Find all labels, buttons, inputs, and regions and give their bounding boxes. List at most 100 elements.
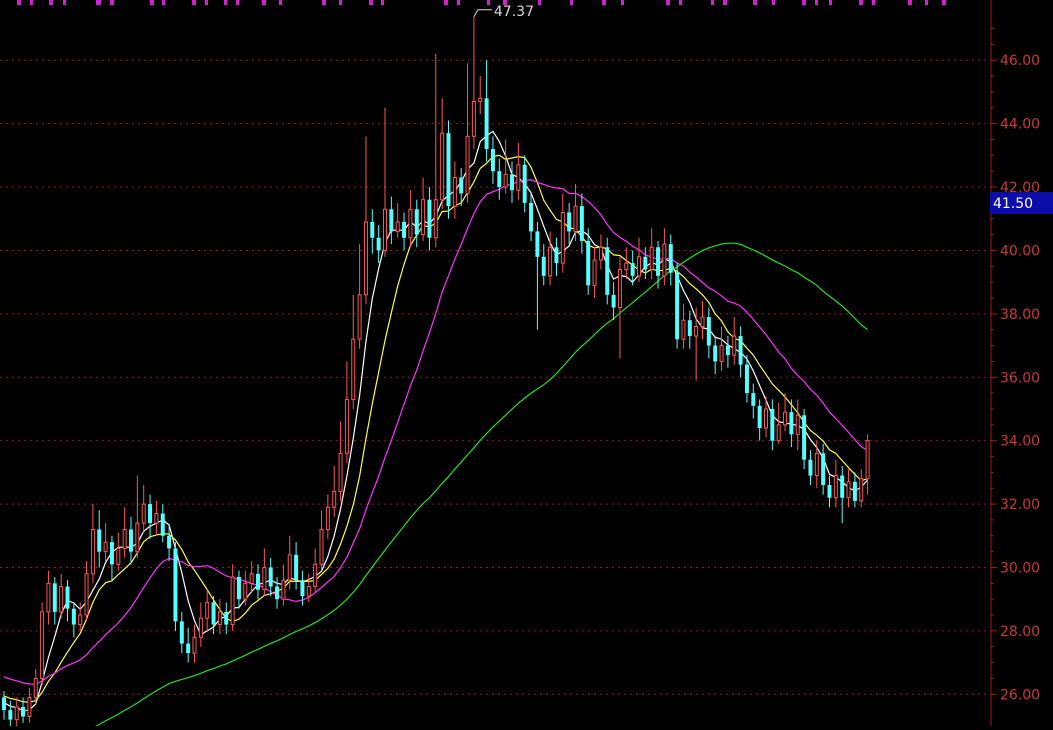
top-marker-22: [538, 0, 541, 5]
candle-body-2: [14, 706, 19, 721]
stock-chart: 46.00 44.00 42.00 40.00 38.00 36.00 34.00 32.00…: [0, 0, 1053, 730]
candle-body-29: [186, 643, 191, 654]
top-marker-4: [96, 0, 101, 5]
candle-body-102: [649, 246, 654, 270]
top-marker-34: [829, 0, 832, 5]
candle-body-57: [363, 221, 368, 296]
top-marker-19: [457, 0, 460, 5]
candle-body-73: [465, 135, 470, 194]
candle-body-117: [744, 364, 749, 394]
candle-body-122: [776, 424, 781, 442]
candle-body-82: [522, 164, 527, 203]
candle-body-74: [471, 100, 476, 137]
top-marker-33: [815, 0, 818, 5]
top-marker-3: [63, 0, 66, 5]
candle-body-11: [71, 608, 76, 625]
candle-body-21: [135, 522, 140, 553]
candle-body-128: [814, 452, 819, 477]
candle-body-89: [567, 212, 572, 232]
candle-body-35: [224, 611, 229, 625]
candle-body-67: [427, 199, 432, 238]
top-marker-25: [621, 0, 624, 5]
candle-body-75: [478, 97, 483, 102]
candle-body-83: [529, 202, 534, 232]
top-marker-16: [369, 0, 373, 5]
candle-body-121: [770, 408, 775, 441]
top-marker-38: [925, 0, 928, 5]
candle-body-49: [313, 563, 318, 588]
candle-body-92: [586, 240, 591, 286]
candle-body-131: [833, 475, 838, 499]
candle-body-125: [795, 414, 800, 435]
y-tick-label-3: 40.00: [1000, 243, 1040, 259]
y-tick-label-1: 44.00: [1000, 117, 1040, 133]
candle-body-39: [249, 573, 254, 584]
top-marker-30: [753, 0, 757, 5]
candle-body-65: [414, 209, 419, 235]
top-marker-23: [570, 0, 573, 5]
candle-body-127: [808, 459, 813, 476]
top-marker-0: [17, 0, 21, 5]
candle-body-3: [21, 706, 26, 717]
candle-body-66: [421, 199, 426, 236]
top-marker-14: [322, 0, 326, 5]
candle-body-51: [325, 506, 330, 530]
candle-body-26: [167, 535, 172, 549]
top-marker-1: [30, 0, 33, 5]
top-marker-2: [49, 0, 53, 5]
candle-body-37: [236, 576, 241, 600]
candle-body-123: [783, 411, 788, 426]
candle-body-95: [605, 247, 610, 295]
candle-body-118: [751, 393, 756, 406]
candle-body-120: [764, 408, 768, 429]
candle-body-136: [865, 440, 870, 480]
candle-body-50: [319, 528, 324, 565]
candle-body-52: [332, 490, 337, 508]
candle-body-129: [821, 453, 826, 486]
candle-body-126: [802, 415, 807, 460]
candle-body-9: [59, 586, 64, 613]
current-price-label: 41.50: [993, 196, 1033, 212]
y-tick-label-6: 34.00: [1000, 434, 1040, 450]
candle-body-94: [598, 246, 603, 261]
top-marker-31: [772, 0, 775, 5]
candle-body-18: [116, 547, 121, 565]
candle-body-84: [535, 231, 540, 257]
candle-body-78: [497, 171, 502, 188]
candle-body-10: [65, 586, 70, 609]
candle-body-6: [40, 611, 45, 679]
candle-body-111: [706, 317, 711, 346]
candle-body-119: [757, 405, 762, 428]
candle-body-115: [732, 335, 737, 356]
candle-body-53: [338, 452, 343, 492]
high-price-label: 47.37: [494, 4, 534, 20]
candlestick-chart: 46.0044.0042.0040.0038.0036.0034.0032.00…: [0, 0, 1053, 730]
candle-body-16: [103, 541, 108, 553]
candle-body-69: [440, 132, 445, 201]
candle-body-97: [617, 268, 622, 309]
candle-body-32: [205, 601, 210, 619]
candle-body-90: [573, 205, 578, 232]
top-marker-37: [908, 0, 912, 5]
top-marker-9: [205, 0, 208, 5]
candle-body-103: [656, 247, 661, 276]
candle-body-108: [687, 320, 692, 337]
top-marker-29: [723, 0, 727, 5]
candle-body-99: [630, 263, 635, 276]
candle-body-72: [459, 177, 464, 194]
candle-body-46: [294, 554, 299, 581]
candle-body-55: [351, 338, 356, 400]
candle-body-47: [300, 580, 305, 597]
candle-body-86: [548, 246, 553, 277]
top-marker-5: [110, 0, 114, 5]
candle-body-48: [306, 586, 311, 597]
candle-body-130: [827, 485, 832, 498]
candle-body-24: [154, 513, 159, 524]
candle-body-44: [281, 579, 286, 600]
candle-body-36: [230, 576, 235, 626]
top-marker-36: [872, 0, 875, 5]
candle-body-62: [395, 221, 400, 232]
candle-body-22: [141, 503, 146, 524]
y-tick-label-10: 26.00: [1000, 687, 1040, 703]
candle-body-112: [713, 345, 718, 362]
